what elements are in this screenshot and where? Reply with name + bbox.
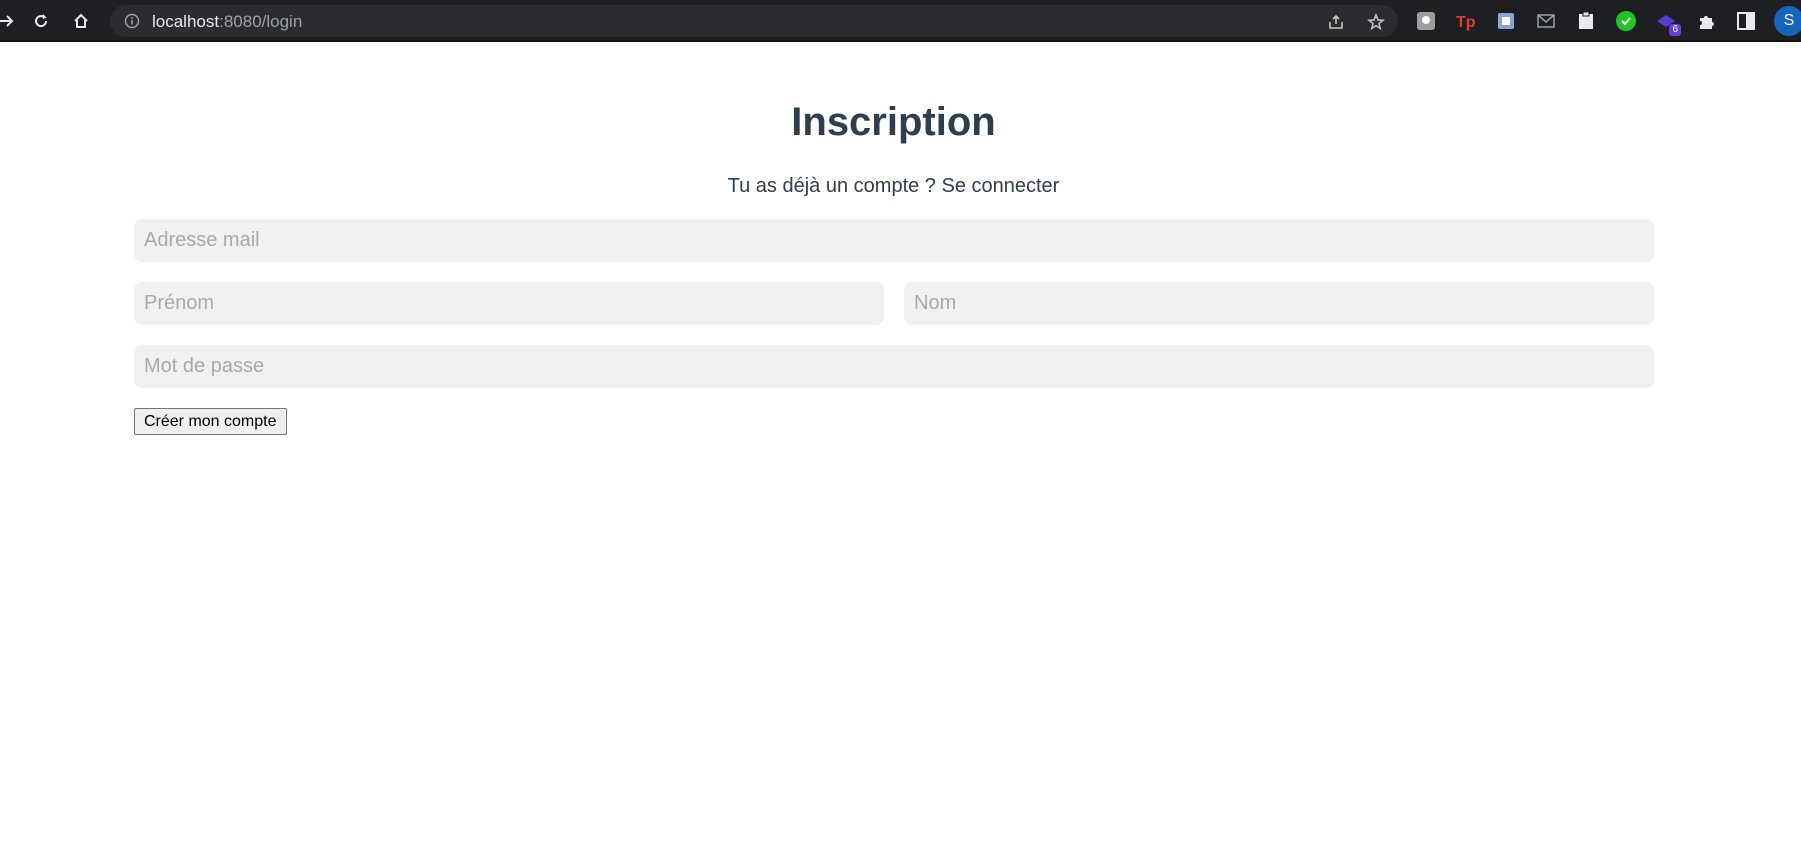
side-panel-icon[interactable] <box>1735 10 1757 32</box>
create-account-button[interactable]: Créer mon compte <box>134 408 287 435</box>
info-icon[interactable] <box>124 13 140 29</box>
email-field[interactable] <box>134 219 1654 262</box>
lastname-field[interactable] <box>904 282 1654 325</box>
svg-text:Tp: Tp <box>1456 14 1476 31</box>
home-icon[interactable] <box>69 9 93 33</box>
page-title: Inscription <box>791 100 996 144</box>
profile-avatar[interactable]: S <box>1774 6 1801 36</box>
extension-puzzle-blue-icon[interactable] <box>1495 10 1517 32</box>
mail-icon[interactable] <box>1535 10 1557 32</box>
extension-gray-icon[interactable] <box>1415 10 1437 32</box>
firstname-field[interactable] <box>134 282 884 325</box>
extension-badge: 6 <box>1669 24 1681 36</box>
reload-icon[interactable] <box>29 9 53 33</box>
share-icon[interactable] <box>1326 12 1346 32</box>
browser-toolbar: localhost:8080/login Tp 6 S <box>0 0 1801 42</box>
extension-purple-icon[interactable]: 6 <box>1655 10 1681 36</box>
url-text: localhost:8080/login <box>152 13 302 30</box>
clipboard-icon[interactable] <box>1575 10 1597 32</box>
extension-tp-icon[interactable]: Tp <box>1455 10 1477 32</box>
extensions-puzzle-icon[interactable] <box>1695 10 1717 32</box>
login-prompt-text: Tu as déjà un compte ? <box>727 175 942 197</box>
extension-green-icon[interactable] <box>1615 10 1637 32</box>
star-icon[interactable] <box>1366 12 1386 32</box>
back-arrow-icon[interactable] <box>0 9 18 33</box>
address-bar[interactable]: localhost:8080/login <box>110 5 1398 37</box>
url-host: localhost <box>152 12 220 31</box>
login-prompt: Tu as déjà un compte ? Se connecter <box>0 175 1787 198</box>
password-field[interactable] <box>134 345 1654 388</box>
login-link[interactable]: Se connecter <box>941 175 1059 197</box>
url-path: :8080/login <box>219 12 303 31</box>
